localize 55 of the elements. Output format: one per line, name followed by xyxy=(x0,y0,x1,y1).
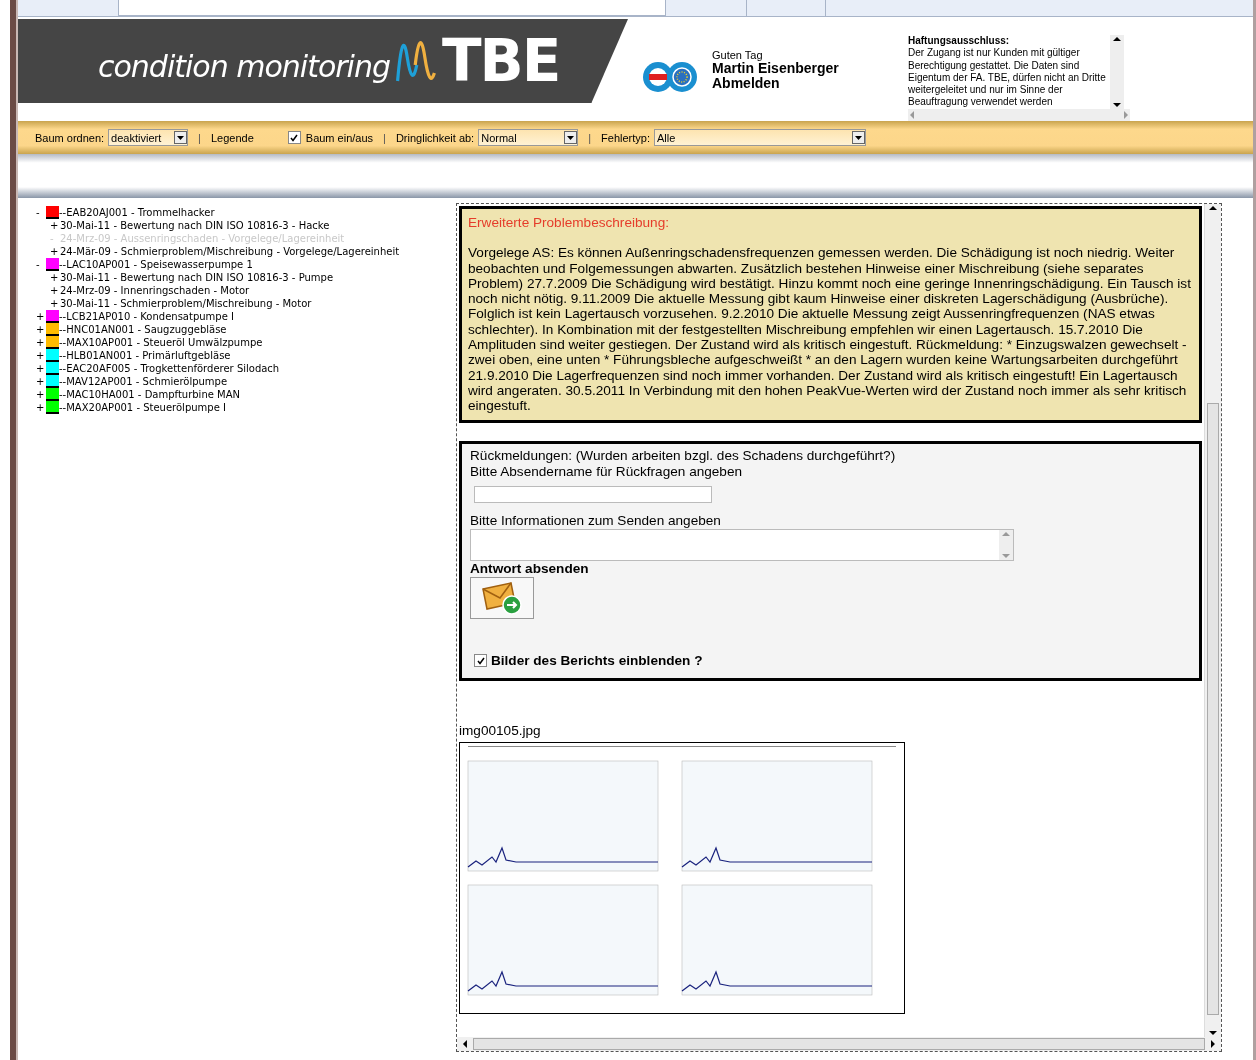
dropdown[interactable]: Alle xyxy=(653,129,866,146)
send-label: Antwort absenden xyxy=(470,560,590,577)
toggle-sign[interactable]: + xyxy=(36,362,46,375)
toggle-sign[interactable]: + xyxy=(50,271,60,284)
separator-text: | xyxy=(198,131,201,144)
tree-item[interactable]: --MAV12AP001 - Schmierölpumpe xyxy=(59,375,228,388)
tree-item[interactable]: --EAB20AJ001 - Trommelhacker xyxy=(59,206,215,219)
dropdown[interactable]: Normal xyxy=(478,129,579,146)
field-label: Fehlertyp: xyxy=(601,131,650,144)
tree-item[interactable]: --MAC10HA001 - Dampfturbine MAN xyxy=(59,388,240,401)
toggle-sign[interactable]: + xyxy=(36,401,46,414)
tree-item[interactable]: --LAC10AP001 - Speisewasserpumpe 1 xyxy=(59,258,253,271)
dropdown[interactable]: deaktiviert xyxy=(108,129,189,146)
separator-text: | xyxy=(383,131,386,144)
toggle-sign[interactable]: + xyxy=(36,310,46,323)
separator-text: | xyxy=(588,131,592,144)
tree-item[interactable]: 24-Mrz-09 - Innenringschaden - Motor xyxy=(60,284,250,297)
user-name: Martin Eisenberger xyxy=(712,61,840,76)
tree-item[interactable]: --HLB01AN001 - Primärluftgebläse xyxy=(59,349,231,362)
toggle-sign[interactable]: + xyxy=(36,336,46,349)
tree-item[interactable]: 30-Mai-11 - Schmierproblem/Mischreibung - Motor xyxy=(60,297,312,310)
toggle-sign[interactable]: + xyxy=(36,349,46,362)
tree-item[interactable]: 30-Mai-11 - Bewertung nach DIN ISO 10816-3 - Hacke xyxy=(60,219,330,232)
tree-item[interactable]: --EAC20AF005 - Trogkettenförderer Silodach xyxy=(59,362,280,375)
toggle-sign[interactable]: + xyxy=(36,375,46,388)
toggle-sign[interactable]: - xyxy=(36,258,46,271)
tree-item[interactable]: --HNC01AN001 - Saugzuggebläse xyxy=(59,323,227,336)
tree-item[interactable]: --MAX20AP001 - Steuerölpumpe I xyxy=(59,401,226,414)
field-label: Bitte Informationen zum Senden angeben xyxy=(470,512,722,529)
tagline: condition monitoring xyxy=(98,47,390,84)
tree-item[interactable]: --LCB21AP010 - Kondensatpumpe I xyxy=(59,310,234,323)
toggle-sign[interactable]: + xyxy=(36,388,46,401)
tree-item[interactable]: --MAX10AP001 - Steueröl Umwälzpumpe xyxy=(59,336,263,349)
field-label: Baum ordnen: xyxy=(35,131,105,144)
feedback-heading: Rückmeldungen: (Wurden arbeiten bzgl. des Schadens durchgeführt?) xyxy=(470,447,897,464)
problem-text: Vorgelege AS: Es können Außenringschadensfrequenzen gemessen werden. Die Schädigung ist noch niedrig. Weiter beobachten und Folgemessungen abwarten. Zusätzlich bestehen Hinweise einer Mischreibung (siehe separates Problem) 27.7.2009 Die Schädigung wird bestätigt. Hinzu kommt noch eine geringe Innenringschädigung. Ein Tausch ist noch nicht nötig. 9.11.2009 Die aktuelle Messung gibt kaum Hinweise einer diskreten Lagerschädigung (Ausbrüche). Folglich ist kein Lagertausch vorzusehen. 9.2.2010 Die aktuelle Messung zeigt Aussenringfrequenzen (NAS etwas schlechter). In Kombination mit der festgestellten Mischreibung empfehlen wir einen Lagertausch. 15.7.2010 Die Amplituden sind weiter gestiegen. Der Zustand wird als kritisch eingestuft. Rückmeldung: * Einzugswalzen gewechselt - zwei oben, eine unten * Führungsbleche aufgeschweißt * an den Lagern wurden keine Wartungsarbeiten durchgeführt 21.9.2010 Die Lagerfrequenzen sind noch immer vorhanden. Der Zustand wird als kritisch eingestuft! Ein Lagertausch wird angeraten. 30.5.2011 In Verbindung mit den hohen PeakVue-Werten wird der Zustand noch immer als sehr kritisch eingestuft. xyxy=(468,245,1192,414)
disclaimer-text: Haftungsausschluss: Der Zugang ist nur Kunden mit gültiger Berechtigung gestattet. Die Daten sind Eigentum der FA. TBE, dürfen nicht an Dritte weitergeleitet und nur im Sinne der Beauftragung verwendet werden xyxy=(908,35,1107,109)
tree-item[interactable]: 24-Mär-09 - Schmierproblem/Mischreibung - Vorgelege/Lagereinheit xyxy=(60,245,400,258)
legend-link[interactable]: Legende xyxy=(210,131,254,144)
checkbox-label: Bilder des Berichts einblenden ? xyxy=(491,652,703,669)
toggle-sign[interactable]: + xyxy=(50,245,60,258)
checkbox-label: Baum ein/aus xyxy=(305,131,374,144)
toggle-sign[interactable]: + xyxy=(50,297,60,310)
toggle-sign[interactable]: + xyxy=(36,323,46,336)
brand-logo: TBE xyxy=(442,32,560,90)
field-label: Bitte Absendername für Rückfragen angeben xyxy=(470,463,744,480)
problem-title: Erweiterte Problembeschreibung: xyxy=(468,215,670,231)
toggle-sign[interactable]: + xyxy=(50,284,60,297)
toggle-sign[interactable]: - xyxy=(36,206,46,219)
field-label: Dringlichkeit ab: xyxy=(395,131,475,144)
logout-link[interactable]: Abmelden xyxy=(712,76,892,91)
tree-item[interactable]: 30-Mai-11 - Bewertung nach DIN ISO 10816-3 - Pumpe xyxy=(60,271,334,284)
greeting-text: Guten Tag xyxy=(712,49,763,61)
image-caption: img00105.jpg xyxy=(459,722,542,738)
toggle-sign[interactable]: + xyxy=(50,219,60,232)
